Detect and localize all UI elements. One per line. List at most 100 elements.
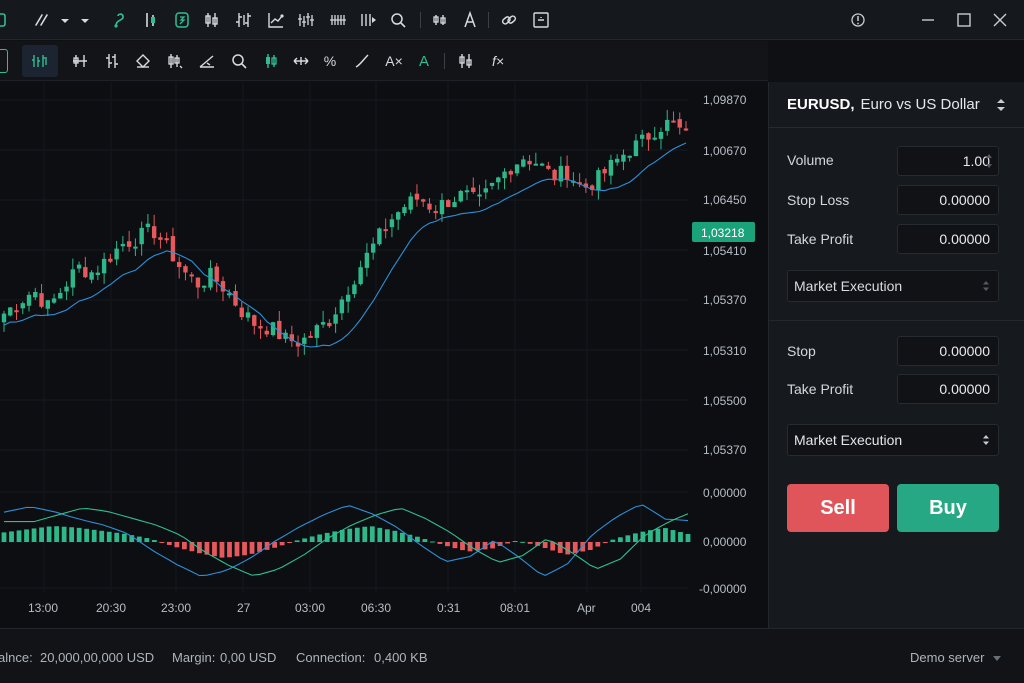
bear-candle	[414, 193, 420, 200]
candle-bars-icon[interactable]	[138, 8, 162, 32]
trend-chart-icon[interactable]	[264, 8, 288, 32]
bull-candle	[133, 246, 138, 249]
percent-icon[interactable]: %	[318, 49, 342, 73]
take-profit-2-label: Take Profit	[787, 381, 854, 397]
candle-icon[interactable]	[259, 49, 283, 73]
compare-icon[interactable]	[428, 8, 452, 32]
bars-play-icon[interactable]	[356, 8, 380, 32]
bull-candle	[477, 194, 482, 197]
macd-bar-positive	[84, 528, 90, 542]
macd-bar-negative	[565, 542, 571, 555]
bear-candle	[183, 266, 188, 273]
candles-icon[interactable]	[200, 8, 224, 32]
macd-bar-positive	[369, 526, 375, 542]
bull-candle	[114, 248, 119, 260]
macd-bar-positive	[151, 540, 157, 542]
ohlc-icon[interactable]	[100, 49, 124, 73]
connection-label: Connection:	[296, 650, 366, 665]
macd-bar-positive	[685, 534, 691, 542]
buy-button[interactable]: Buy	[897, 484, 999, 532]
bull-candle	[395, 212, 401, 220]
time-label: 08:01	[500, 601, 530, 615]
bull-candle	[245, 312, 251, 318]
balance-value: 20,000,00,000 USD	[40, 650, 155, 665]
bear-candle	[108, 258, 113, 262]
line-icon[interactable]	[350, 49, 374, 73]
text-color-icon[interactable]: A	[412, 49, 436, 73]
macd-axis-label: -0,00000	[699, 582, 747, 596]
price-chart[interactable]: 1,09870 1,00670 1,06450 1,05410 1,05370 …	[0, 82, 768, 628]
bull-candle	[402, 207, 407, 214]
macd-bar-positive	[362, 526, 368, 542]
bull-candle	[658, 132, 664, 139]
candle-settings-icon[interactable]	[163, 49, 187, 73]
bull-candle	[464, 190, 470, 193]
trendline-icon[interactable]	[195, 49, 219, 73]
bull-candle	[95, 272, 101, 276]
bull-candle	[596, 170, 601, 191]
bear-candle	[327, 322, 332, 327]
macd-bar-negative	[460, 542, 465, 551]
sell-button[interactable]: Sell	[787, 484, 889, 532]
execution-select-2[interactable]: Market Execution	[787, 424, 999, 456]
macd-bar-positive	[663, 528, 668, 542]
chart-type-button[interactable]	[22, 45, 58, 77]
volume-stepper-icon[interactable]	[985, 152, 993, 170]
snapshot-icon[interactable]	[170, 8, 194, 32]
macd-bar-positive	[31, 528, 37, 542]
macd-bar-positive	[16, 530, 22, 542]
drawing-lines-icon[interactable]	[30, 8, 54, 32]
crosshair-bars-icon[interactable]	[68, 49, 92, 73]
chart-area[interactable]: 1,09870 1,00670 1,06450 1,05410 1,05370 …	[0, 82, 768, 628]
indicator-icon[interactable]	[454, 49, 478, 73]
grid-bars-icon[interactable]	[326, 8, 350, 32]
close-icon[interactable]	[988, 8, 1012, 32]
function-icon[interactable]: f×	[486, 49, 510, 73]
updown-chevron-icon	[983, 281, 989, 291]
execution-select[interactable]: Market Execution	[787, 270, 999, 302]
macd-bar-positive	[399, 532, 405, 542]
dropdown-arrow-icon[interactable]	[76, 8, 94, 32]
bear-candle	[546, 165, 551, 169]
symbol-selector[interactable]: EURUSD, Euro vs US Dollar	[769, 82, 1024, 128]
bull-candle	[51, 298, 57, 303]
link-icon[interactable]	[497, 8, 521, 32]
maximize-icon[interactable]	[952, 8, 976, 32]
time-label: 27	[237, 601, 251, 615]
bear-candle	[527, 160, 532, 165]
bear-candle	[126, 241, 132, 247]
bear-candle	[446, 200, 451, 208]
bars-icon[interactable]	[232, 8, 256, 32]
server-dropdown-icon[interactable]	[992, 655, 1002, 663]
stop-loss-input[interactable]: 0.00000	[897, 185, 999, 215]
zoom-icon[interactable]	[386, 8, 410, 32]
bull-candle	[270, 322, 276, 336]
frame-icon[interactable]	[529, 8, 553, 32]
take-profit-2-input[interactable]: 0.00000	[897, 374, 999, 404]
toolbar-separator	[488, 12, 489, 28]
bull-candle	[352, 284, 357, 295]
updown-chevron-icon	[997, 99, 1005, 111]
text-tool-icon[interactable]	[458, 8, 482, 32]
bull-candle	[358, 267, 363, 285]
minimize-icon[interactable]	[916, 8, 940, 32]
macd-bar-negative	[542, 542, 548, 549]
zoom-icon[interactable]	[227, 49, 251, 73]
bull-candle	[539, 163, 545, 166]
bear-candle	[39, 293, 44, 307]
move-icon[interactable]	[289, 49, 313, 73]
take-profit-input[interactable]: 0.00000	[897, 224, 999, 254]
dropdown-arrow-icon[interactable]	[56, 8, 74, 32]
bull-candle	[45, 300, 50, 309]
multi-bars-icon[interactable]	[294, 8, 318, 32]
macd-bar-negative	[527, 542, 533, 544]
curve-tool-icon[interactable]	[108, 8, 132, 32]
time-label: 06:30	[361, 601, 391, 615]
volume-input[interactable]: 1.00	[897, 146, 999, 176]
bull-candle	[496, 177, 501, 183]
text-clear-icon[interactable]: A×	[381, 49, 407, 73]
macd-bar-positive	[91, 529, 97, 542]
layer-icon[interactable]	[131, 49, 155, 73]
stop-input[interactable]: 0.00000	[897, 336, 999, 366]
info-icon[interactable]	[846, 8, 870, 32]
